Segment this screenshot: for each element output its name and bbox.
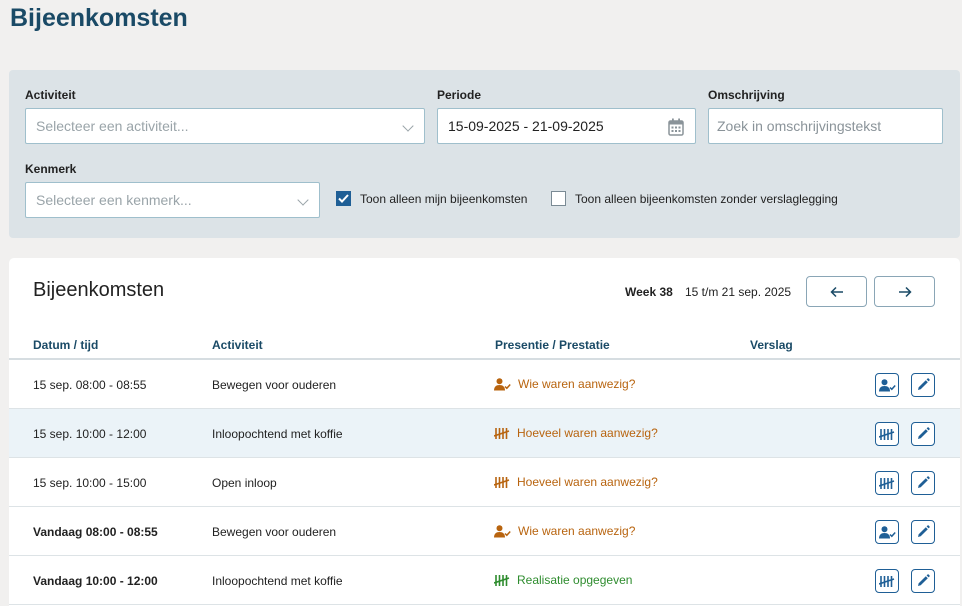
- edit-report-button[interactable]: [911, 520, 935, 544]
- list-title: Bijeenkomsten: [33, 279, 165, 301]
- tally-icon: [879, 428, 895, 441]
- row-activity: Inloopochtend met koffie: [212, 574, 343, 588]
- person-check-icon: [494, 524, 518, 538]
- zonder-verslag-checkbox-row[interactable]: Toon alleen bijeenkomsten zonder verslag…: [551, 191, 838, 206]
- arrow-right-icon: [898, 286, 912, 297]
- row-presence-link[interactable]: Hoeveel waren aanwezig?: [494, 426, 658, 440]
- table-row[interactable]: 15 sep. 08:00 - 08:55 Bewegen voor oudere…: [9, 360, 960, 409]
- table-row[interactable]: Vandaag 08:00 - 08:55 Bewegen voor oudere…: [9, 507, 960, 556]
- row-presence-text: Wie waren aanwezig?: [518, 377, 636, 391]
- person-check-icon: [878, 525, 896, 539]
- omschrijving-placeholder: Zoek in omschrijvingstekst: [717, 118, 882, 134]
- row-presence-link[interactable]: Realisatie opgegeven: [494, 573, 632, 587]
- zonder-verslag-checkbox[interactable]: [551, 191, 566, 206]
- kenmerk-label: Kenmerk: [25, 162, 77, 176]
- periode-field[interactable]: 15-09-2025 - 21-09-2025: [437, 108, 696, 144]
- column-header-verslag[interactable]: Verslag: [750, 338, 793, 352]
- register-presence-button[interactable]: [875, 520, 899, 544]
- row-presence-link[interactable]: Wie waren aanwezig?: [494, 524, 635, 538]
- row-activity: Open inloop: [212, 476, 277, 490]
- person-check-icon: [878, 378, 896, 392]
- row-activity: Bewegen voor ouderen: [212, 525, 337, 539]
- row-datetime: 15 sep. 08:00 - 08:55: [33, 378, 147, 392]
- person-check-icon: [494, 377, 518, 391]
- periode-value: 15-09-2025 - 21-09-2025: [448, 118, 604, 134]
- row-datetime: 15 sep. 10:00 - 12:00: [33, 427, 147, 441]
- row-presence-text: Hoeveel waren aanwezig?: [517, 475, 658, 489]
- row-presence-link[interactable]: Wie waren aanwezig?: [494, 377, 635, 391]
- row-activity: Bewegen voor ouderen: [212, 378, 337, 392]
- week-label: Week 38: [625, 285, 673, 299]
- row-datetime: Vandaag 10:00 - 12:00: [33, 574, 158, 588]
- toon-mijn-label: Toon alleen mijn bijeenkomsten: [360, 191, 528, 206]
- edit-report-button[interactable]: [911, 422, 935, 446]
- pencil-icon: [916, 525, 930, 539]
- pencil-icon: [916, 378, 930, 392]
- chevron-down-icon: [297, 194, 309, 206]
- edit-report-button[interactable]: [911, 471, 935, 495]
- register-presence-button[interactable]: [875, 422, 899, 446]
- kenmerk-select[interactable]: Selecteer een kenmerk...: [25, 182, 320, 218]
- omschrijving-input[interactable]: Zoek in omschrijvingstekst: [708, 108, 943, 144]
- row-presence-text: Realisatie opgegeven: [517, 573, 633, 587]
- tally-icon: [494, 427, 517, 440]
- register-presence-button[interactable]: [875, 471, 899, 495]
- table-row[interactable]: Vandaag 10:00 - 12:00 Inloopochtend met k…: [9, 556, 960, 605]
- edit-report-button[interactable]: [911, 373, 935, 397]
- row-datetime: Vandaag 08:00 - 08:55: [33, 525, 158, 539]
- omschrijving-label: Omschrijving: [708, 88, 785, 102]
- row-presence-text: Hoeveel waren aanwezig?: [517, 426, 658, 440]
- zonder-verslag-label: Toon alleen bijeenkomsten zonder verslag…: [575, 191, 838, 206]
- chevron-down-icon: [402, 120, 414, 132]
- pencil-icon: [916, 427, 930, 441]
- tally-icon: [879, 477, 895, 490]
- activiteit-select[interactable]: Selecteer een activiteit...: [25, 108, 425, 144]
- bijeenkomsten-card: Bijeenkomsten Week 38 15 t/m 21 sep. 202…: [9, 258, 960, 606]
- previous-week-button[interactable]: [806, 276, 867, 307]
- tally-icon: [494, 574, 517, 587]
- table-row[interactable]: 15 sep. 10:00 - 12:00 Inloopochtend met k…: [9, 409, 960, 458]
- activiteit-placeholder: Selecteer een activiteit...: [36, 118, 189, 134]
- pencil-icon: [916, 574, 930, 588]
- next-week-button[interactable]: [874, 276, 935, 307]
- kenmerk-placeholder: Selecteer een kenmerk...: [36, 192, 192, 208]
- week-range: 15 t/m 21 sep. 2025: [685, 285, 792, 299]
- row-presence-link[interactable]: Hoeveel waren aanwezig?: [494, 475, 658, 489]
- row-datetime: 15 sep. 10:00 - 15:00: [33, 476, 147, 490]
- column-header-datum[interactable]: Datum / tijd: [33, 338, 98, 352]
- tally-icon: [879, 575, 895, 588]
- register-presence-button[interactable]: [875, 373, 899, 397]
- checkmark-icon: [338, 194, 349, 203]
- arrow-left-icon: [829, 286, 843, 297]
- row-activity: Inloopochtend met koffie: [212, 427, 343, 441]
- pencil-icon: [916, 476, 930, 490]
- calendar-icon[interactable]: [668, 118, 684, 139]
- column-header-presentie[interactable]: Presentie / Prestatie: [495, 338, 610, 352]
- periode-label: Periode: [437, 88, 482, 102]
- row-presence-text: Wie waren aanwezig?: [518, 524, 636, 538]
- tally-icon: [494, 476, 517, 489]
- column-header-activiteit[interactable]: Activiteit: [212, 338, 263, 352]
- activiteit-label: Activiteit: [25, 88, 76, 102]
- page-title: Bijeenkomsten: [10, 4, 188, 32]
- table-row[interactable]: 15 sep. 10:00 - 15:00 Open inloop Hoeveel …: [9, 458, 960, 507]
- filter-panel: Activiteit Selecteer een activiteit... P…: [9, 70, 960, 238]
- toon-mijn-checkbox[interactable]: [336, 191, 351, 206]
- edit-report-button[interactable]: [911, 569, 935, 593]
- toon-mijn-checkbox-row[interactable]: Toon alleen mijn bijeenkomsten: [336, 191, 527, 206]
- register-presence-button[interactable]: [875, 569, 899, 593]
